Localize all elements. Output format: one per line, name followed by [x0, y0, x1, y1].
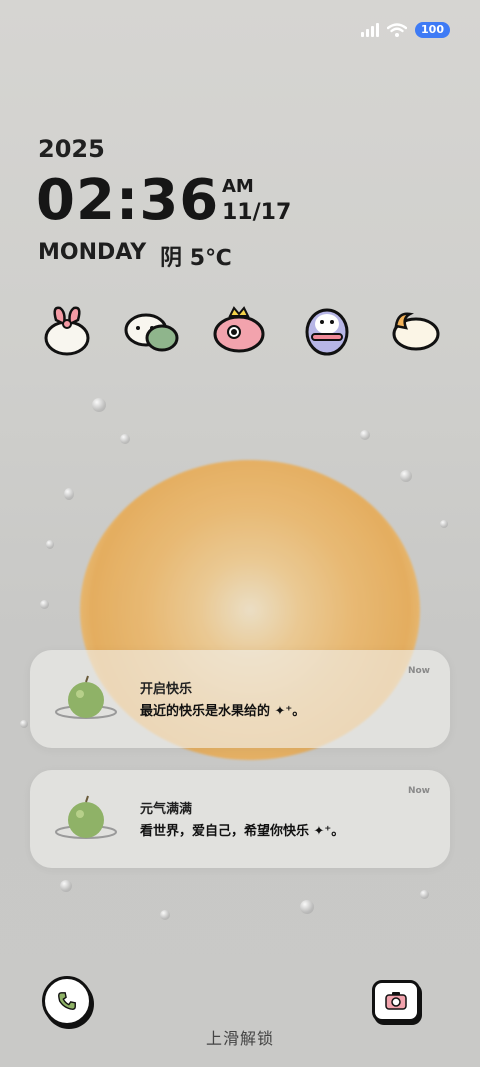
date-label: 11/17: [222, 200, 292, 225]
signal-icon: [361, 23, 380, 37]
moon-cloud-icon[interactable]: [384, 300, 442, 358]
water-drop: [160, 910, 170, 920]
water-drop: [64, 488, 74, 500]
widget-row: [0, 300, 480, 360]
notification-body: 最近的快乐是水果给的 ✦⁺。: [140, 704, 306, 719]
phone-button[interactable]: [42, 976, 92, 1026]
water-drop: [300, 900, 314, 914]
notification-time: Now: [407, 666, 430, 676]
apple-planet-icon: [55, 675, 117, 719]
notification-card[interactable]: 开启快乐 最近的快乐是水果给的 ✦⁺。 Now: [30, 650, 450, 748]
camera-button[interactable]: [372, 980, 420, 1022]
battery-indicator: 100: [415, 22, 450, 38]
water-drop: [120, 434, 130, 444]
notification-title: 开启快乐: [140, 682, 193, 697]
phone-icon: [58, 992, 76, 1010]
pink-bird-icon[interactable]: [210, 300, 268, 358]
wifi-icon: [387, 23, 408, 37]
water-drop: [60, 880, 72, 892]
water-drop: [92, 398, 106, 412]
water-drop: [46, 540, 54, 549]
apple-planet-icon: [55, 795, 117, 839]
water-drop: [440, 520, 448, 528]
bunny-icon[interactable]: [38, 300, 96, 358]
hamster-pair-icon[interactable]: [122, 300, 180, 358]
weekday-label: MONDAY: [38, 240, 147, 265]
notification-card[interactable]: 元气满满 看世界，爱自己，希望你快乐 ✦⁺。 Now: [30, 770, 450, 868]
ampm-label: AM: [222, 176, 254, 197]
water-drop: [400, 470, 412, 482]
water-drop: [420, 890, 429, 899]
notification-title: 元气满满: [140, 802, 193, 817]
notification-time: Now: [407, 786, 430, 796]
weather-label: 阴 5℃: [160, 246, 232, 271]
water-drop: [20, 720, 28, 728]
weekday-weather: MONDAY 阴 5℃: [38, 240, 232, 272]
notification-body: 看世界，爱自己，希望你快乐 ✦⁺。: [140, 824, 345, 839]
penguin-icon[interactable]: [298, 300, 356, 358]
unlock-hint: 上滑解锁: [205, 1029, 274, 1048]
year-label: 2025: [38, 135, 105, 163]
status-bar: 100: [361, 22, 450, 38]
water-drop: [40, 600, 49, 609]
camera-icon: [385, 992, 407, 1010]
water-drop: [360, 430, 370, 440]
clock-time: 02:36: [36, 168, 220, 233]
